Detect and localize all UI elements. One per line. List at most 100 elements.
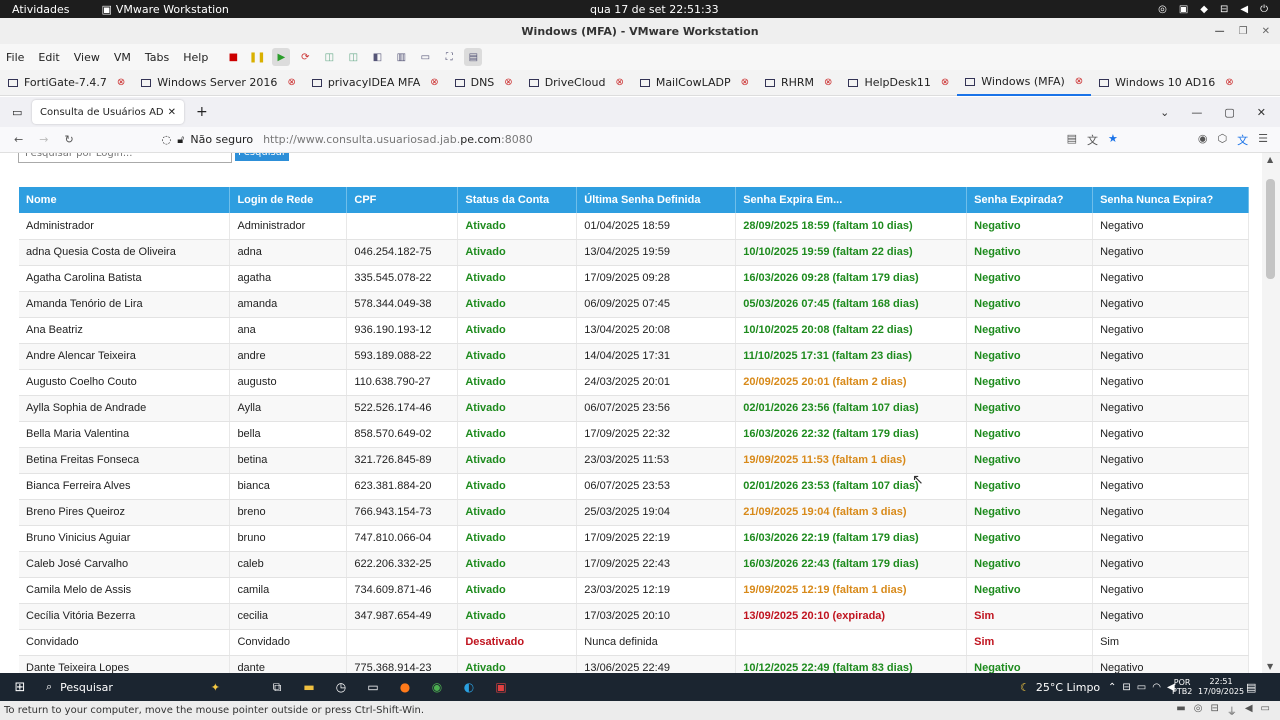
menu-file[interactable]: File bbox=[6, 51, 24, 64]
vm-tab-windows-server-2016[interactable]: Windows Server 2016 ⊗ bbox=[133, 70, 304, 96]
search-input[interactable] bbox=[18, 153, 232, 163]
network-icon[interactable]: ⊟ bbox=[1220, 4, 1228, 15]
menu-vm[interactable]: VM bbox=[114, 51, 131, 64]
close-icon[interactable]: ✕ bbox=[168, 107, 176, 118]
power-icon[interactable]: ⏻ bbox=[1260, 4, 1268, 15]
shield-icon[interactable]: ◆ bbox=[1200, 4, 1208, 15]
battery-icon[interactable]: ▭ bbox=[1137, 682, 1146, 693]
fullscreen-icon[interactable]: ⛶ bbox=[440, 48, 458, 66]
close-tab-icon[interactable]: ⊗ bbox=[287, 77, 295, 88]
table-row[interactable]: Agatha Carolina Batista agatha 335.545.078… bbox=[19, 265, 1249, 292]
browser-tab-consulta[interactable]: Consulta de Usuários AD ✕ bbox=[32, 100, 184, 124]
task-view-icon[interactable]: ⧉ bbox=[268, 678, 286, 696]
reset-icon[interactable]: ⟳ bbox=[296, 48, 314, 66]
col-nome[interactable]: Nome bbox=[19, 187, 231, 213]
extensions-icon[interactable]: ⬡ bbox=[1218, 132, 1228, 148]
col-status[interactable]: Status da Conta bbox=[457, 187, 578, 213]
vm-tab-privacyidea[interactable]: privacyIDEA MFA ⊗ bbox=[304, 70, 447, 96]
site-security-indicator[interactable]: ◌ 🔓︎ Não seguro bbox=[162, 133, 253, 147]
table-row[interactable]: Caleb José Carvalho caleb 622.206.332-25 At… bbox=[19, 551, 1249, 578]
system-tray[interactable]: ◎ ▣ ◆ ⊟ ◀ ⏻ bbox=[1158, 4, 1268, 15]
stop-icon[interactable]: ■ bbox=[224, 48, 242, 66]
menu-icon[interactable]: ☰ bbox=[1258, 132, 1268, 148]
reload-icon[interactable]: ↻ bbox=[64, 133, 73, 146]
chevron-up-icon[interactable]: ⌃ bbox=[1108, 682, 1116, 693]
table-row[interactable]: Bella Maria Valentina bella 858.570.649-02… bbox=[19, 421, 1249, 448]
menu-edit[interactable]: Edit bbox=[38, 51, 59, 64]
terminal-icon[interactable]: ▭ bbox=[364, 678, 382, 696]
input-language[interactable]: POR PTB2 bbox=[1172, 678, 1192, 696]
close-tab-icon[interactable]: ⊗ bbox=[615, 77, 623, 88]
windows-start-icon[interactable]: ⊞ bbox=[0, 680, 40, 695]
account-icon[interactable]: ◉ bbox=[1198, 132, 1208, 148]
wifi-icon[interactable]: ◠ bbox=[1152, 682, 1161, 693]
translate-icon[interactable]: 文 bbox=[1087, 132, 1098, 148]
minimize-icon[interactable]: — bbox=[1215, 26, 1225, 37]
close-icon[interactable]: ✕ bbox=[1262, 26, 1270, 37]
table-row[interactable]: Aylla Sophia de Andrade Aylla 522.526.174-… bbox=[19, 395, 1249, 422]
display-icon[interactable]: ▭ bbox=[1261, 703, 1270, 718]
scroll-up-icon[interactable]: ▲ bbox=[1267, 155, 1273, 164]
page-scrollbar[interactable]: ▲ ▼ bbox=[1262, 153, 1280, 673]
menu-help[interactable]: Help bbox=[183, 51, 208, 64]
menu-view[interactable]: View bbox=[74, 51, 100, 64]
table-row[interactable]: Andre Alencar Teixeira andre 593.189.088-2… bbox=[19, 343, 1249, 370]
table-row[interactable]: Bianca Ferreira Alves bianca 623.381.884-2… bbox=[19, 473, 1249, 500]
table-row[interactable]: Administrador Administrador Ativado 01/04/2… bbox=[19, 213, 1249, 240]
vm-tab-windows-10-ad16[interactable]: Windows 10 AD16 ⊗ bbox=[1091, 70, 1241, 96]
vm-tab-helpdesk11[interactable]: HelpDesk11 ⊗ bbox=[840, 70, 957, 96]
table-row[interactable]: Ana Beatriz ana 936.190.193-12 Ativado 13/04… bbox=[19, 317, 1249, 344]
menu-tabs[interactable]: Tabs bbox=[145, 51, 169, 64]
file-explorer-icon[interactable]: ▬ bbox=[300, 678, 318, 696]
clock-app-icon[interactable]: ◷ bbox=[332, 678, 350, 696]
close-tab-icon[interactable]: ⊗ bbox=[824, 77, 832, 88]
library-icon[interactable]: ▥ bbox=[392, 48, 410, 66]
close-tab-icon[interactable]: ⊗ bbox=[1075, 76, 1083, 87]
usb-icon[interactable]: ⏚ bbox=[1227, 703, 1237, 718]
chrome-icon[interactable]: ◉ bbox=[428, 678, 446, 696]
vmware-tray-icon[interactable]: ▣ bbox=[1179, 4, 1188, 15]
accessibility-icon[interactable]: ◎ bbox=[1158, 4, 1167, 15]
snapshot-manager-icon[interactable]: ◧ bbox=[368, 48, 386, 66]
vm-tab-drivecloud[interactable]: DriveCloud ⊗ bbox=[521, 70, 632, 96]
volume-icon[interactable]: ◀ bbox=[1240, 4, 1248, 15]
restore-icon[interactable]: ❐ bbox=[1239, 26, 1248, 37]
table-row[interactable]: Betina Freitas Fonseca betina 321.726.845-… bbox=[19, 447, 1249, 474]
edge-icon[interactable]: ◐ bbox=[460, 678, 478, 696]
table-row[interactable]: Augusto Coelho Couto augusto 110.638.790-2… bbox=[19, 369, 1249, 396]
hdd-icon[interactable]: ▬ bbox=[1176, 703, 1185, 718]
tab-list-chevron-down-icon[interactable]: ⌄ bbox=[1160, 106, 1169, 119]
activities-button[interactable]: Atividades bbox=[12, 3, 69, 16]
system-tray-icons[interactable]: ⌃ ⊟ ▭ ◠ ◀ bbox=[1108, 682, 1175, 693]
close-icon[interactable]: ✕ bbox=[1257, 106, 1266, 119]
translate-extension-icon[interactable]: 文 bbox=[1237, 132, 1248, 148]
taskbar-search[interactable]: ⌕ Pesquisar ✦ bbox=[40, 680, 220, 694]
vm-tab-dns[interactable]: DNS ⊗ bbox=[447, 70, 521, 96]
new-tab-icon[interactable]: + bbox=[196, 104, 208, 120]
network-adapter-icon[interactable]: ⊟ bbox=[1210, 703, 1218, 718]
network-icon[interactable]: ⊟ bbox=[1122, 682, 1130, 693]
vm-tab-windows-mfa[interactable]: Windows (MFA) ⊗ bbox=[957, 70, 1092, 96]
bookmark-star-icon[interactable]: ★ bbox=[1108, 132, 1118, 148]
vm-tab-mailcowladp[interactable]: MailCowLADP ⊗ bbox=[632, 70, 757, 96]
notification-icon[interactable]: ▤ bbox=[1246, 681, 1256, 694]
maximize-icon[interactable]: ▢ bbox=[1224, 106, 1234, 119]
sound-icon[interactable]: ◀ bbox=[1245, 703, 1253, 718]
remote-desktop-icon[interactable]: ▣ bbox=[492, 678, 510, 696]
play-icon[interactable]: ▶ bbox=[272, 48, 291, 66]
scroll-down-icon[interactable]: ▼ bbox=[1267, 662, 1273, 671]
taskbar-clock[interactable]: 22:51 17/09/2025 bbox=[1198, 677, 1244, 697]
reader-view-icon[interactable]: ▤ bbox=[1067, 132, 1077, 148]
gnome-clock[interactable]: qua 17 de set 22:51:33 bbox=[590, 3, 719, 16]
col-senha-expirada[interactable]: Senha Expirada? bbox=[966, 187, 1094, 213]
table-row[interactable]: Cecília Vitória Bezerra cecilia 347.987.65… bbox=[19, 603, 1249, 630]
revert-snapshot-icon[interactable]: ◫ bbox=[344, 48, 362, 66]
forward-icon[interactable]: → bbox=[39, 133, 48, 146]
cd-icon[interactable]: ◎ bbox=[1194, 703, 1203, 718]
unity-icon[interactable]: ▤ bbox=[464, 48, 483, 66]
close-tab-icon[interactable]: ⊗ bbox=[117, 77, 125, 88]
tab-overview-icon[interactable]: ▭ bbox=[12, 106, 22, 119]
close-tab-icon[interactable]: ⊗ bbox=[504, 77, 512, 88]
col-senha-expira[interactable]: Senha Expira Em... bbox=[735, 187, 968, 213]
search-button[interactable]: Pesquisar bbox=[235, 153, 289, 161]
